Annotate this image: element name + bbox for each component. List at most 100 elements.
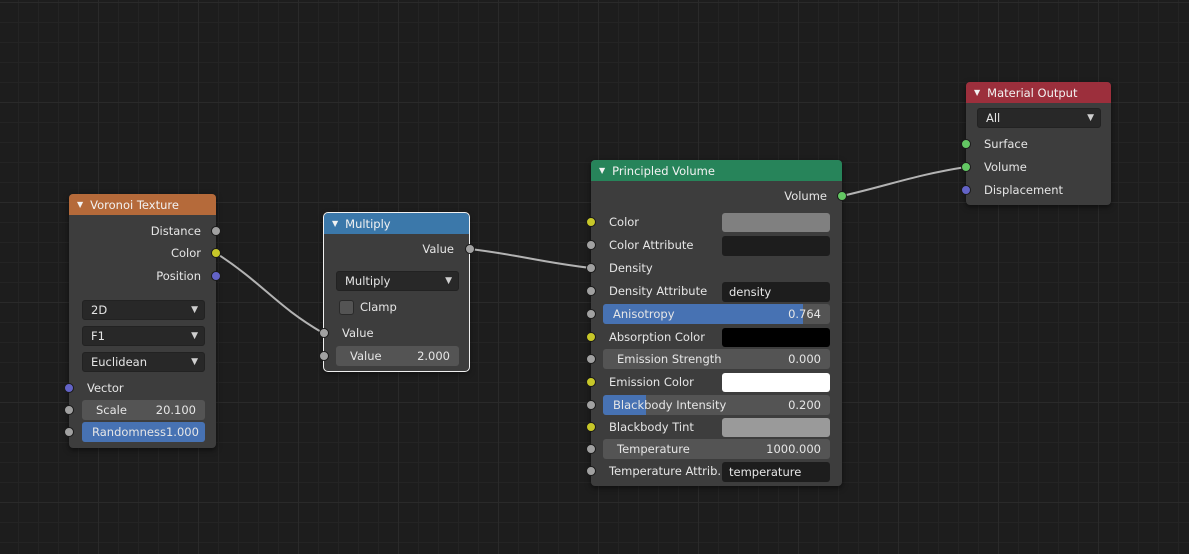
input-socket-value-2[interactable] (319, 351, 329, 361)
field-label: Randomness (92, 425, 166, 439)
clamp-label: Clamp (360, 300, 397, 314)
triangle-down-icon[interactable]: ▼ (599, 166, 605, 175)
node-header[interactable]: ▼ Principled Volume (591, 160, 842, 181)
chevron-down-icon: ▼ (445, 276, 452, 286)
feature-dropdown[interactable]: F1 ▼ (82, 326, 205, 346)
emission-color-swatch[interactable] (722, 373, 830, 392)
clamp-checkbox[interactable] (339, 300, 354, 315)
input-label: Displacement (984, 183, 1064, 197)
dropdown-value: All (986, 111, 1001, 125)
input-socket-displacement[interactable] (961, 185, 971, 195)
input-volume: Volume (984, 157, 1027, 177)
clamp-row: Clamp (360, 297, 397, 317)
input-socket-blackbody-tint[interactable] (586, 422, 596, 432)
output-label: Volume (784, 189, 827, 203)
temperature-field[interactable]: Temperature 1000.000 (603, 439, 830, 459)
link-volume-to-output[interactable] (841, 166, 967, 197)
input-socket-blackbody-intensity[interactable] (586, 400, 596, 410)
input-socket-temperature[interactable] (586, 444, 596, 454)
input-socket-vector[interactable] (64, 383, 74, 393)
input-socket-density-attribute[interactable] (586, 286, 596, 296)
field-value: 2.000 (417, 349, 450, 363)
scale-field[interactable]: Scale 20.100 (82, 400, 205, 420)
input-label: Color Attribute (609, 238, 694, 252)
output-volume: Volume (784, 186, 827, 206)
node-header[interactable]: ▼ Voronoi Texture (69, 194, 216, 215)
input-surface: Surface (984, 134, 1028, 154)
input-socket-surface[interactable] (961, 139, 971, 149)
operation-dropdown[interactable]: Multiply ▼ (336, 271, 459, 291)
node-header[interactable]: ▼ Multiply (324, 213, 469, 234)
emission-strength-field[interactable]: Emission Strength 0.000 (603, 349, 830, 369)
output-socket-value[interactable] (465, 244, 475, 254)
chevron-down-icon: ▼ (191, 305, 198, 315)
output-socket-position[interactable] (211, 271, 221, 281)
field-value: 20.100 (155, 403, 196, 417)
principled-volume-node[interactable]: ▼ Principled Volume Volume Color Color A… (586, 160, 847, 486)
input-socket-anisotropy[interactable] (586, 309, 596, 319)
dropdown-value: F1 (91, 329, 105, 343)
output-label: Value (422, 242, 454, 256)
input-socket-density[interactable] (586, 263, 596, 273)
input-emission-color: Emission Color (609, 372, 694, 392)
metric-dropdown[interactable]: Euclidean ▼ (82, 352, 205, 372)
input-socket-temperature-attribute[interactable] (586, 466, 596, 476)
field-value: 0.200 (788, 398, 821, 412)
output-label: Distance (150, 224, 201, 238)
input-socket-absorption-color[interactable] (586, 332, 596, 342)
output-socket-volume[interactable] (837, 191, 847, 201)
input-label: Blackbody Tint (609, 420, 694, 434)
triangle-down-icon[interactable]: ▼ (974, 88, 980, 97)
field-label: Scale (96, 403, 127, 417)
node-title: Principled Volume (612, 163, 715, 178)
input-socket-color[interactable] (586, 217, 596, 227)
input-label: Volume (984, 160, 1027, 174)
input-socket-value-1[interactable] (319, 328, 329, 338)
input-blackbody-tint: Blackbody Tint (609, 417, 694, 437)
field-label: Anisotropy (613, 307, 675, 321)
temperature-attribute-field[interactable]: temperature (722, 462, 830, 482)
link-multiply-to-density[interactable] (469, 248, 592, 269)
field-value: 1.000 (165, 425, 199, 439)
input-socket-emission-strength[interactable] (586, 354, 596, 364)
target-dropdown[interactable]: All ▼ (977, 108, 1101, 128)
input-socket-scale[interactable] (64, 405, 74, 415)
output-distance: Distance (151, 221, 201, 241)
input-absorption-color: Absorption Color (609, 327, 705, 347)
material-output-node[interactable]: ▼ Material Output All ▼ Surface Volume D… (961, 82, 1111, 205)
field-value: 0.764 (788, 307, 821, 321)
output-label: Color (170, 246, 201, 260)
input-label: Density Attribute (609, 284, 708, 298)
absorption-color-swatch[interactable] (722, 328, 830, 347)
node-header[interactable]: ▼ Material Output (966, 82, 1111, 103)
input-socket-randomness[interactable] (64, 427, 74, 437)
randomness-field[interactable]: Randomness 1.000 (82, 422, 205, 442)
blackbody-tint-swatch[interactable] (722, 418, 830, 437)
color-swatch[interactable] (722, 213, 830, 232)
output-socket-color[interactable] (211, 248, 221, 258)
chevron-down-icon: ▼ (1087, 113, 1094, 123)
field-value: density (729, 285, 772, 299)
field-label: Blackbody Intensity (613, 398, 727, 412)
density-attribute-field[interactable]: density (722, 282, 830, 302)
color-attribute-field[interactable] (722, 236, 830, 256)
dimensions-dropdown[interactable]: 2D ▼ (82, 300, 205, 320)
input-socket-emission-color[interactable] (586, 377, 596, 387)
output-value: Value (422, 239, 454, 259)
voronoi-texture-node[interactable]: ▼ Voronoi Texture Distance Color Positio… (64, 194, 221, 448)
dropdown-value: Euclidean (91, 355, 147, 369)
input-socket-volume[interactable] (961, 162, 971, 172)
output-socket-distance[interactable] (211, 226, 221, 236)
input-vector: Vector (87, 378, 124, 398)
link-color-to-multiply[interactable] (215, 252, 324, 334)
input-displacement: Displacement (984, 180, 1063, 200)
value-2-field[interactable]: Value 2.000 (336, 346, 459, 366)
multiply-node[interactable]: ▼ Multiply Value Multiply ▼ Clamp Value … (319, 212, 475, 372)
triangle-down-icon[interactable]: ▼ (77, 200, 83, 209)
chevron-down-icon: ▼ (191, 331, 198, 341)
input-socket-color-attribute[interactable] (586, 240, 596, 250)
input-label: Vector (87, 381, 124, 395)
blackbody-intensity-field[interactable]: Blackbody Intensity 0.200 (603, 395, 830, 415)
triangle-down-icon[interactable]: ▼ (332, 219, 338, 228)
anisotropy-field[interactable]: Anisotropy 0.764 (603, 304, 830, 324)
